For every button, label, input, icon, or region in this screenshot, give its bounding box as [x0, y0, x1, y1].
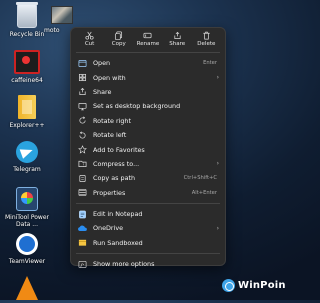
menu-item-label: Rotate left: [93, 131, 127, 140]
menu-item-share[interactable]: Share: [71, 85, 225, 99]
separator: [76, 202, 220, 204]
zip-folder-icon: [77, 159, 87, 169]
menu-item-rotate-left[interactable]: Rotate left: [71, 128, 225, 142]
chevron-right-icon: ›: [216, 224, 219, 232]
vlc-cone-icon: [16, 276, 38, 300]
sandbox-icon: [77, 238, 87, 248]
chevron-right-icon: ›: [216, 74, 219, 82]
rotate-left-icon: [77, 130, 87, 140]
quick-actions-bar: Cut Copy Rename Share Delete: [71, 28, 225, 50]
cut-label: Cut: [84, 41, 95, 47]
menu-item-label: Set as desktop background: [93, 102, 181, 111]
share-button[interactable]: Share: [163, 30, 191, 50]
menu-item-label: Compress to...: [93, 159, 140, 168]
recycle-bin-icon: [16, 2, 38, 28]
share-label: Share: [169, 41, 186, 47]
shortcut-text: Ctrl+Shift+C: [183, 175, 217, 182]
caffeine-app-icon: [14, 50, 40, 74]
notepad-icon: [77, 209, 87, 219]
watermark-text: WinPoin: [238, 280, 286, 291]
onedrive-icon: [77, 223, 87, 233]
menu-item-rotate-right[interactable]: Rotate right: [71, 114, 225, 128]
menu-item-onedrive[interactable]: OneDrive ›: [71, 221, 225, 235]
image-file-icon: [51, 6, 73, 24]
open-with-icon: [77, 73, 87, 83]
open-icon: [77, 58, 87, 68]
copy-path-icon: [77, 173, 87, 183]
copy-button[interactable]: Copy: [105, 30, 133, 50]
desktop-icon-teamviewer[interactable]: TeamViewer: [1, 233, 53, 265]
menu-items-main: Open Enter Open with › Share Set as desk…: [71, 55, 225, 201]
rotate-right-icon: [77, 116, 87, 126]
shortcut-text: Enter: [203, 60, 217, 67]
menu-item-label: Run Sandboxed: [93, 238, 143, 247]
explorerpp-app-icon: [18, 95, 36, 119]
winpoin-watermark: WinPoin: [222, 279, 286, 292]
menu-item-label: Open: [93, 59, 111, 68]
desktop-icon-label: MiniTool Power Data ...: [4, 214, 49, 228]
teamviewer-app-icon: [16, 233, 38, 255]
menu-item-label: Open with: [93, 73, 126, 82]
desktop-background-icon: [77, 101, 87, 111]
menu-item-open[interactable]: Open Enter: [71, 56, 225, 70]
rename-button[interactable]: Rename: [134, 30, 162, 50]
winpoin-logo-icon: [222, 279, 235, 292]
menu-item-label: Rotate right: [93, 116, 131, 125]
menu-item-run-sandboxed[interactable]: Run Sandboxed: [71, 236, 225, 250]
menu-item-label: OneDrive: [93, 224, 124, 233]
menu-item-label: Share: [93, 87, 112, 96]
menu-item-set-desktop-background[interactable]: Set as desktop background: [71, 99, 225, 113]
share-icon: [163, 30, 191, 40]
menu-item-edit-in-notepad[interactable]: Edit in Notepad: [71, 207, 225, 221]
properties-icon: [77, 188, 87, 198]
share-icon: [77, 87, 87, 97]
copy-icon: [105, 30, 133, 40]
desktop-icon-explorerpp[interactable]: Explorer++: [1, 95, 53, 129]
trash-icon: [192, 30, 220, 40]
menu-item-add-to-favorites[interactable]: Add to Favorites: [71, 142, 225, 156]
menu-item-open-with[interactable]: Open with ›: [71, 70, 225, 84]
cut-button[interactable]: Cut: [76, 30, 104, 50]
desktop-icon-label: Explorer++: [9, 122, 45, 129]
desktop-icon-label: caffeine64: [11, 77, 43, 84]
telegram-app-icon: [16, 141, 38, 163]
menu-item-copy-as-path[interactable]: Copy as path Ctrl+Shift+C: [71, 171, 225, 185]
rename-icon: [134, 30, 162, 40]
chevron-right-icon: ›: [216, 160, 219, 168]
menu-item-label: Show more options: [93, 260, 155, 269]
menu-item-show-more-options[interactable]: Show more options: [71, 257, 225, 271]
desktop-icon-minitool[interactable]: MiniTool Power Data ...: [1, 187, 53, 228]
menu-item-properties[interactable]: Properties Alt+Enter: [71, 186, 225, 200]
minitool-app-icon: [16, 187, 38, 211]
context-menu: Cut Copy Rename Share Delete Open Enter …: [70, 27, 226, 268]
menu-item-compress-to[interactable]: Compress to... ›: [71, 157, 225, 171]
rename-label: Rename: [136, 41, 160, 47]
desktop-icon-vlc[interactable]: [1, 276, 53, 303]
desktop-icon-label: Telegram: [13, 166, 41, 173]
copy-label: Copy: [111, 41, 126, 47]
menu-item-label: Properties: [93, 188, 126, 197]
separator: [76, 253, 220, 255]
desktop-icon-label: TeamViewer: [8, 258, 46, 265]
star-icon: [77, 145, 87, 155]
more-options-icon: [77, 259, 87, 269]
scissors-icon: [76, 30, 104, 40]
menu-items-apps: Edit in Notepad OneDrive › Run Sandboxed: [71, 206, 225, 251]
desktop-icon-telegram[interactable]: Telegram: [1, 141, 53, 173]
menu-item-label: Copy as path: [93, 174, 136, 183]
separator: [76, 52, 220, 53]
shortcut-text: Alt+Enter: [191, 189, 217, 196]
menu-item-label: Edit in Notepad: [93, 210, 143, 219]
menu-item-label: Add to Favorites: [93, 145, 145, 154]
desktop-icon-caffeine64[interactable]: caffeine64: [1, 50, 53, 84]
menu-items-more: Show more options: [71, 256, 225, 272]
delete-label: Delete: [197, 41, 216, 47]
delete-button[interactable]: Delete: [192, 30, 220, 50]
